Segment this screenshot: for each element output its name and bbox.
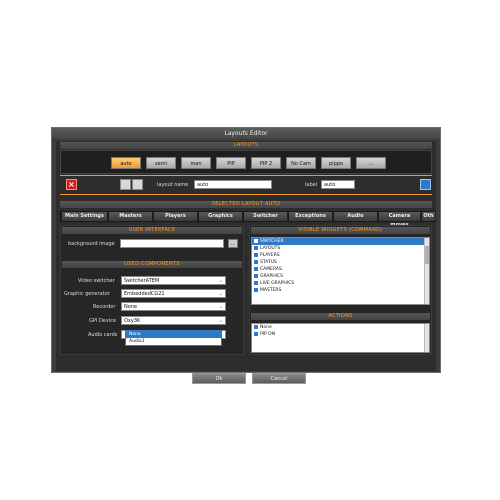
list-item[interactable]: LIVE GRAPHICS xyxy=(252,280,429,287)
graphic-generator-label: Graphic generator xyxy=(64,291,110,297)
recorder-label: Recorder xyxy=(93,304,116,310)
list-item[interactable]: None xyxy=(252,324,429,331)
checkbox-icon[interactable] xyxy=(254,266,258,271)
list-item[interactable]: CAMERAS xyxy=(252,266,429,273)
dropdown-option-audio1[interactable]: Audio1 xyxy=(126,338,221,345)
actions-header: ACTIONS xyxy=(251,313,430,320)
video-switcher-select[interactable]: SwitcherATEM ⌄ xyxy=(121,276,226,285)
list-item[interactable]: MASTERS xyxy=(252,287,429,294)
settings-tabs: Main Settings Masters Players Graphics S… xyxy=(60,211,436,228)
audio-cards-label: Audio cards xyxy=(88,332,118,338)
tab-masters[interactable]: Masters xyxy=(109,212,153,221)
dropdown-option-none[interactable]: None xyxy=(126,331,221,338)
gpi-device-label: GPI Device xyxy=(89,318,117,324)
checkbox-icon[interactable] xyxy=(254,238,258,243)
layout-button-pippo[interactable]: pippo xyxy=(321,157,351,169)
checkbox-icon[interactable] xyxy=(254,287,258,292)
list-item[interactable]: SWITCHER xyxy=(252,238,429,245)
tab-graphics[interactable]: Graphics xyxy=(199,212,243,221)
chevron-down-icon: ⌄ xyxy=(218,291,223,297)
cancel-button[interactable]: Cancel xyxy=(252,373,306,384)
scrollbar-thumb[interactable] xyxy=(425,246,429,264)
layout-button-semi[interactable]: semi xyxy=(146,157,176,169)
checkbox-icon[interactable] xyxy=(254,324,258,329)
video-switcher-label: Video switcher xyxy=(78,278,115,284)
layout-button-pip[interactable]: PIP xyxy=(216,157,246,169)
layout-button-nocam[interactable]: No Cam xyxy=(286,157,316,169)
list-item[interactable]: STATUS xyxy=(252,259,429,266)
paste-icon[interactable] xyxy=(132,179,143,190)
gpi-device-select[interactable]: Oxy3K ⌄ xyxy=(121,316,226,325)
actions-list[interactable]: None PIP ON xyxy=(251,323,430,353)
actions-scrollbar[interactable] xyxy=(424,324,429,352)
audio-cards-dropdown[interactable]: None Audio1 xyxy=(125,330,222,346)
list-item[interactable]: PIP ON xyxy=(252,331,429,338)
delete-layout-icon[interactable]: × xyxy=(66,179,77,190)
save-icon[interactable] xyxy=(420,179,431,190)
label-label: label xyxy=(305,182,318,188)
visible-widgets-header: VISIBLE WIDGETS (COMMAND) xyxy=(251,227,430,234)
graphic-generator-value: EmbeddedCG21 xyxy=(124,291,165,297)
layouts-editor-window: Layouts Editor LAYOUTS auto semi man PIP… xyxy=(51,127,441,384)
gpi-device-value: Oxy3K xyxy=(124,318,141,324)
label-input[interactable]: auto xyxy=(321,180,355,189)
checkbox-icon[interactable] xyxy=(254,331,258,336)
list-item[interactable]: PLAYERS xyxy=(252,252,429,259)
tab-main-settings[interactable]: Main Settings xyxy=(62,212,108,221)
tab-audio[interactable]: Audio xyxy=(334,212,378,221)
layout-name-label: layout name xyxy=(157,182,189,188)
recorder-value: None xyxy=(124,304,138,310)
layouts-header: LAYOUTS xyxy=(60,142,432,149)
layouts-separator xyxy=(60,175,432,176)
background-image-input[interactable] xyxy=(120,239,224,248)
layout-button-pip2[interactable]: PIP 2 xyxy=(251,157,281,169)
graphic-generator-select[interactable]: EmbeddedCG21 ⌄ xyxy=(121,289,226,298)
chevron-down-icon: ⌄ xyxy=(218,278,223,284)
list-item[interactable]: LAYOUTS xyxy=(252,245,429,252)
edit-separator xyxy=(60,194,432,195)
widgets-scrollbar[interactable] xyxy=(424,238,429,304)
layout-button-man[interactable]: man xyxy=(181,157,211,169)
chevron-down-icon: ⌄ xyxy=(218,318,223,324)
layout-button-auto[interactable]: auto xyxy=(111,157,141,169)
tab-switcher[interactable]: Switcher xyxy=(244,212,288,221)
checkbox-icon[interactable] xyxy=(254,280,258,285)
used-components-header: USED COMPONENTS xyxy=(62,261,242,268)
tab-players[interactable]: Players xyxy=(154,212,198,221)
background-image-label: background image xyxy=(68,241,115,247)
checkbox-icon[interactable] xyxy=(254,259,258,264)
chevron-down-icon: ⌄ xyxy=(218,304,223,310)
layouts-bar: auto semi man PIP PIP 2 No Cam pippo ... xyxy=(60,150,432,174)
tab-other[interactable]: Oth xyxy=(422,212,436,221)
editor-body: LAYOUTS auto semi man PIP PIP 2 No Cam p… xyxy=(56,141,436,384)
ok-button[interactable]: Ok xyxy=(192,373,246,384)
layout-name-input[interactable]: auto xyxy=(194,180,272,189)
recorder-select[interactable]: None ⌄ xyxy=(121,302,226,311)
user-interface-header: USER INTERFACE xyxy=(62,227,242,234)
visible-widgets-list[interactable]: SWITCHER LAYOUTS PLAYERS STATUS CAMERAS … xyxy=(251,237,430,305)
video-switcher-value: SwitcherATEM xyxy=(124,278,160,284)
tab-camera-moves[interactable]: Camera moves xyxy=(379,212,421,228)
copy-icon[interactable] xyxy=(120,179,131,190)
checkbox-icon[interactable] xyxy=(254,273,258,278)
checkbox-icon[interactable] xyxy=(254,252,258,257)
tab-exceptions[interactable]: Exceptions xyxy=(289,212,333,221)
list-item[interactable]: GRAPHICS xyxy=(252,273,429,280)
browse-button[interactable]: ... xyxy=(228,239,238,248)
checkbox-icon[interactable] xyxy=(254,245,258,250)
window-title: Layouts Editor xyxy=(52,128,440,139)
selected-layout-header: SELECTED LAYOUT AUTO xyxy=(60,201,432,208)
layout-button-more[interactable]: ... xyxy=(356,157,386,169)
